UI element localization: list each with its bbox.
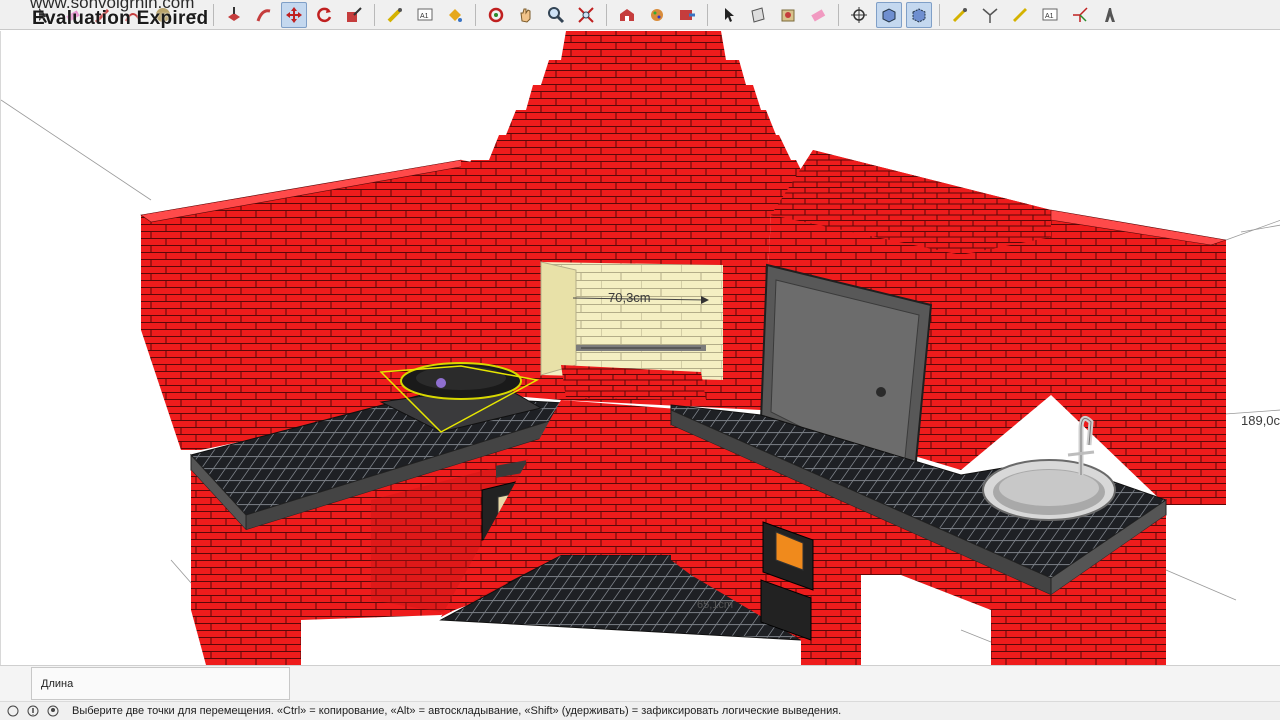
door-handle-icon [876, 387, 886, 397]
component-tool-button[interactable] [644, 2, 670, 28]
svg-text:A1: A1 [420, 13, 429, 20]
follow-me-icon [256, 8, 271, 22]
crosshair-icon [851, 6, 867, 23]
send-layout-icon [680, 9, 695, 20]
toolbar-separator [707, 3, 708, 26]
3d-viewport[interactable]: 70,3cm 189,0c 65,1cm [0, 31, 1280, 665]
measurements-box[interactable]: Длина [31, 667, 290, 700]
text-tool-button[interactable]: A1 [412, 2, 438, 28]
protractor-icon [1013, 7, 1027, 22]
dimension-tool-button[interactable] [947, 2, 973, 28]
firebox [540, 261, 723, 400]
walk-tool-button[interactable] [1067, 2, 1093, 28]
scale-icon [347, 6, 362, 22]
follow-me-tool-button[interactable] [251, 2, 277, 28]
dimension-label-width: 70,3cm [608, 290, 651, 305]
status-hint: Выберите две точки для перемещения. «Ctr… [72, 705, 842, 717]
back-edges-cube-icon [912, 7, 926, 23]
status-bar: Выберите две точки для перемещения. «Ctr… [0, 701, 1280, 720]
walker-icon [1105, 7, 1115, 22]
toolbar-separator [606, 3, 607, 26]
push-pull-tool-button[interactable] [221, 2, 247, 28]
orbit-tool-button[interactable] [483, 2, 509, 28]
pan-tool-button[interactable] [513, 2, 539, 28]
axes-icon [982, 7, 998, 23]
dimension-label-height: 189,0c [1241, 413, 1280, 428]
move-tool-button[interactable] [281, 1, 307, 28]
pointer-icon [725, 7, 734, 22]
warehouse-tool-button[interactable] [614, 2, 640, 28]
section-plane-icon [751, 6, 765, 23]
evaluation-expired-label: Evaluation Expired [32, 8, 209, 29]
zoom-tool-button[interactable] [543, 2, 569, 28]
send-to-layout-tool-button[interactable] [674, 2, 700, 28]
position-camera-tool-button[interactable] [846, 2, 872, 28]
look-around-tool-button[interactable] [1097, 2, 1123, 28]
back-edges-tool-button[interactable] [906, 1, 932, 28]
sandbox-select-tool-button[interactable] [715, 2, 741, 28]
axes-red-icon [1073, 6, 1088, 22]
right-pillar [1051, 210, 1226, 505]
text-3d-tool-button[interactable]: A1 [1037, 2, 1063, 28]
scale-tool-button[interactable] [341, 2, 367, 28]
paint-bucket-icon [449, 8, 462, 22]
hand-icon [520, 8, 531, 23]
axes-tool-button[interactable] [1007, 2, 1033, 28]
xray-cube-icon [882, 7, 896, 23]
measurements-label: Длина [41, 678, 74, 690]
zoom-extents-tool-button[interactable] [573, 2, 599, 28]
xray-tool-button[interactable] [876, 1, 902, 28]
warehouse-icon [620, 8, 634, 21]
zoom-extents-icon [578, 6, 594, 23]
push-pull-icon [228, 6, 240, 21]
dimension-icon [952, 7, 967, 22]
measurements-panel: Длина [0, 665, 1280, 701]
component-icon [651, 8, 663, 21]
geo-location-icon[interactable] [6, 704, 20, 718]
text-3d-icon: A1 [1042, 8, 1058, 20]
sketchup-window: A1 A1 www.sonvoigrnin.com Evaluation Exp… [0, 0, 1280, 720]
rotate-tool-button[interactable] [311, 2, 337, 28]
credits-icon[interactable] [26, 704, 40, 718]
material-tool-button[interactable] [775, 2, 801, 28]
toolbar-separator [475, 3, 476, 26]
paint-bucket-tool-button[interactable] [442, 2, 468, 28]
svg-text:A1: A1 [1045, 13, 1054, 20]
materials-icon [781, 9, 795, 21]
toolbar-separator [374, 3, 375, 26]
sink[interactable] [982, 459, 1116, 521]
toolbar-separator [213, 3, 214, 26]
toolbar-separator [939, 3, 940, 26]
section-tool-button[interactable] [745, 2, 771, 28]
tape-measure-icon [387, 7, 402, 22]
eraser-soft-tool-button[interactable] [805, 2, 831, 28]
protractor-tool-button[interactable] [977, 2, 1003, 28]
orbit-icon [488, 7, 504, 22]
main-toolbar: A1 A1 www.sonvoigrnin.com Evaluation Exp… [0, 0, 1280, 30]
tape-measure-tool-button[interactable] [382, 2, 408, 28]
eraser-pink-icon [811, 8, 826, 21]
dimension-label-depth: 65,1cm [697, 599, 734, 611]
rotate-icon [317, 7, 332, 22]
magnifier-icon [548, 6, 565, 23]
bbq-oven-model[interactable] [1, 31, 1280, 665]
user-account-icon[interactable] [46, 704, 60, 718]
toolbar-separator [838, 3, 839, 26]
text-label-icon: A1 [417, 8, 433, 20]
move-arrows-icon [286, 6, 302, 23]
